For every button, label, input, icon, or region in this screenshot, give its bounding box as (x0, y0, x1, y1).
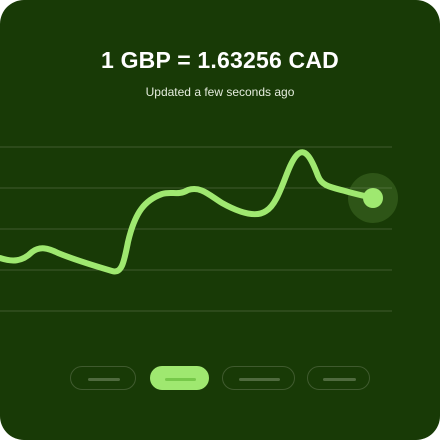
range-option-label-placeholder (165, 378, 196, 381)
range-option-2-selected[interactable] (150, 366, 209, 390)
range-option-4[interactable] (307, 366, 370, 390)
range-option-label-placeholder (239, 378, 280, 381)
range-option-label-placeholder (88, 378, 120, 381)
range-option-3[interactable] (222, 366, 295, 390)
time-range-selector (0, 366, 440, 392)
current-point-marker[interactable] (363, 188, 383, 208)
range-option-label-placeholder (323, 378, 356, 381)
rate-line (0, 149, 376, 275)
range-option-1[interactable] (70, 366, 136, 390)
exchange-rate-card: 1 GBP = 1.63256 CAD Updated a few second… (0, 0, 440, 440)
